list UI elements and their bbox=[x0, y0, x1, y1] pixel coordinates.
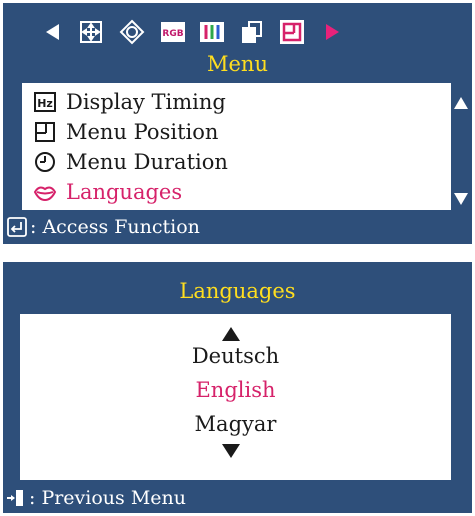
languages-title: Languages bbox=[179, 279, 296, 303]
copy-windows-icon[interactable] bbox=[239, 19, 265, 45]
menu-item-label: Languages bbox=[66, 180, 183, 204]
hz-icon: Hz bbox=[33, 90, 57, 114]
enter-key-icon bbox=[7, 217, 27, 237]
scroll-up-arrow-icon[interactable] bbox=[454, 97, 468, 109]
menu-list: Hz Display Timing Menu Position Menu Dur… bbox=[22, 83, 451, 210]
menu-panel: RGB Menu Hz Display Timing Menu Position… bbox=[3, 3, 472, 244]
menu-item-menu-duration[interactable]: Menu Duration bbox=[22, 147, 451, 177]
position-move-icon[interactable] bbox=[78, 19, 104, 45]
footer-text: : Previous Menu bbox=[29, 487, 187, 509]
menu-item-label: Display Timing bbox=[66, 90, 226, 114]
menu-item-menu-position[interactable]: Menu Position bbox=[22, 117, 451, 147]
menu-footer: : Access Function bbox=[3, 212, 472, 242]
clock-icon bbox=[33, 150, 57, 174]
scroll-down-arrow-icon[interactable] bbox=[454, 193, 468, 205]
scroll-up-arrow-icon[interactable] bbox=[222, 327, 240, 341]
language-option-deutsch[interactable]: Deutsch bbox=[20, 341, 451, 371]
color-balance-icon[interactable] bbox=[199, 19, 225, 45]
hz-icon-text: Hz bbox=[37, 97, 53, 110]
menu-position-icon bbox=[33, 120, 57, 144]
languages-panel: Languages Deutsch English Magyar : Previ… bbox=[3, 262, 472, 513]
lips-icon bbox=[33, 180, 57, 204]
footer-text: : Access Function bbox=[30, 216, 200, 238]
menu-item-display-timing[interactable]: Hz Display Timing bbox=[22, 87, 451, 117]
menu-setup-icon[interactable] bbox=[279, 19, 305, 45]
arrow-left-icon[interactable] bbox=[39, 19, 65, 45]
rgb-icon-text: RGB bbox=[162, 29, 183, 39]
arrow-right-icon[interactable] bbox=[320, 19, 346, 45]
menu-item-languages[interactable]: Languages bbox=[22, 177, 451, 207]
menu-title: Menu bbox=[207, 52, 268, 76]
menu-icon-bar: RGB bbox=[3, 9, 472, 55]
geometry-icon[interactable] bbox=[119, 19, 145, 45]
scroll-down-arrow-icon[interactable] bbox=[222, 444, 240, 458]
language-option-magyar[interactable]: Magyar bbox=[20, 409, 451, 439]
languages-list: Deutsch English Magyar bbox=[20, 314, 451, 480]
menu-item-label: Menu Duration bbox=[66, 150, 228, 174]
language-option-english[interactable]: English bbox=[20, 375, 451, 405]
menu-item-label: Menu Position bbox=[66, 120, 219, 144]
rgb-icon[interactable]: RGB bbox=[160, 19, 186, 45]
languages-footer: : Previous Menu bbox=[3, 483, 472, 513]
exit-door-icon bbox=[6, 488, 26, 508]
